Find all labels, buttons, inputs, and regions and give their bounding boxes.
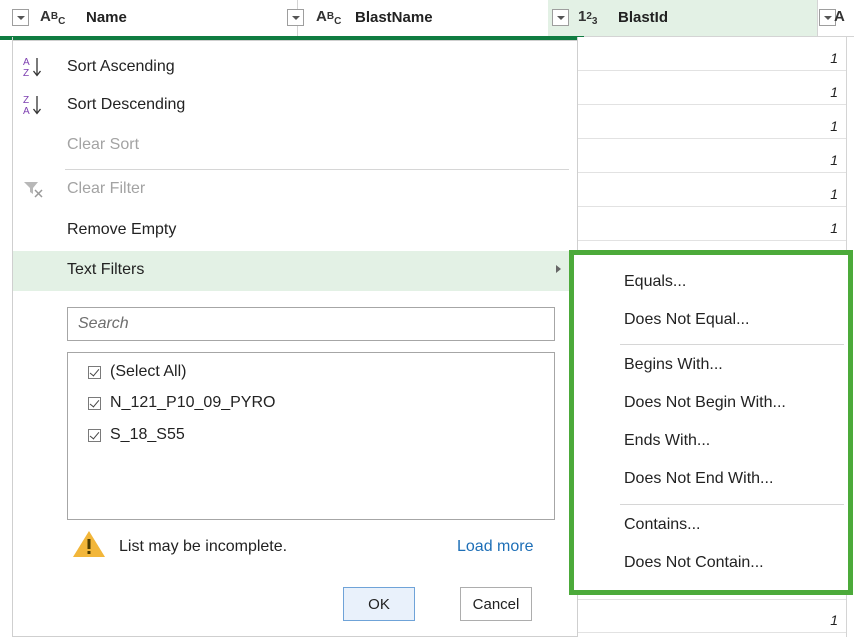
sort-ascending-icon: A Z	[23, 57, 42, 79]
grid-cell[interactable]: 1	[830, 118, 838, 134]
menu-item-sort-descending[interactable]: Z A Sort Descending	[13, 87, 577, 123]
submenu-arrow-icon	[556, 265, 561, 273]
menu-item-label: Sort Ascending	[67, 58, 175, 75]
menu-item-label: Sort Descending	[67, 96, 186, 113]
sort-descending-icon: Z A	[23, 95, 42, 117]
menu-item-label: Clear Filter	[67, 180, 146, 197]
menu-item-text-filters[interactable]: Text Filters	[13, 251, 577, 291]
svg-text:Z: Z	[23, 95, 29, 106]
checkbox[interactable]	[88, 366, 101, 379]
checkbox[interactable]	[88, 429, 101, 442]
search-input[interactable]	[68, 308, 554, 340]
cancel-button[interactable]: Cancel	[460, 587, 532, 621]
grid-row[interactable]: 1	[578, 173, 846, 207]
grid-row[interactable]: 1	[578, 139, 846, 173]
clear-filter-icon	[24, 182, 43, 198]
grid-row[interactable]: 1	[578, 105, 846, 139]
text-filters-submenu: Equals... Does Not Equal... Begins With.…	[569, 250, 853, 595]
column-title: BlastId	[618, 9, 669, 26]
menu-item-clear-sort[interactable]: Clear Sort	[13, 127, 577, 163]
load-more-link[interactable]: Load more	[457, 538, 534, 556]
grid-cell[interactable]: 1	[830, 220, 838, 236]
menu-item-label: Clear Sort	[67, 136, 140, 153]
submenu-item-label: Does Not Contain...	[624, 554, 764, 571]
grid-row[interactable]: 1	[578, 207, 846, 241]
checkbox[interactable]	[88, 397, 101, 410]
grid-cell[interactable]: 1	[830, 612, 838, 628]
menu-item-clear-filter[interactable]: Clear Filter	[13, 171, 577, 207]
list-incomplete-warning: List may be incomplete.	[119, 538, 288, 555]
grid-row[interactable]: 1	[578, 37, 846, 71]
submenu-item-does-not-contain[interactable]: Does Not Contain...	[574, 544, 848, 582]
column-header-blastname[interactable]: ABC BlastName	[287, 0, 570, 36]
menu-item-remove-empty[interactable]: Remove Empty	[13, 212, 577, 248]
number-type-icon[interactable]: 123	[578, 8, 597, 27]
grid-row[interactable]: 1	[578, 71, 846, 105]
column-header-name[interactable]: ABC Name	[0, 0, 298, 36]
submenu-item-label: Does Not Begin With...	[624, 394, 786, 411]
column-header-blastid[interactable]: 123 BlastId	[548, 0, 836, 36]
column-header-bar: ABC Name ABC BlastName 123 BlastId A	[0, 0, 854, 37]
submenu-separator	[620, 344, 844, 345]
ok-button[interactable]: OK	[343, 587, 415, 621]
text-type-icon[interactable]: ABC	[40, 8, 65, 27]
submenu-item-does-not-equal[interactable]: Does Not Equal...	[574, 301, 848, 339]
list-item-label: S_18_S55	[110, 426, 185, 443]
menu-separator	[65, 169, 569, 170]
svg-text:A: A	[23, 57, 30, 68]
submenu-item-label: Begins With...	[624, 356, 723, 373]
submenu-separator	[620, 504, 844, 505]
column-header-next[interactable]: A	[818, 0, 854, 36]
warning-icon	[73, 531, 105, 557]
grid-cell[interactable]: 1	[830, 186, 838, 202]
column-title: BlastName	[355, 9, 433, 26]
search-box[interactable]	[67, 307, 555, 341]
submenu-item-label: Contains...	[624, 516, 701, 533]
column-title: Name	[86, 9, 127, 26]
submenu-item-label: Ends With...	[624, 432, 711, 449]
menu-item-sort-ascending[interactable]: A Z Sort Ascending	[13, 49, 577, 85]
grid-cell[interactable]: 1	[830, 50, 838, 66]
text-type-icon[interactable]: A	[834, 8, 845, 25]
grid-cell[interactable]: 1	[830, 152, 838, 168]
menu-item-label: Remove Empty	[67, 221, 177, 238]
text-type-icon[interactable]: ABC	[316, 8, 341, 27]
svg-text:A: A	[23, 106, 30, 117]
column-dropdown-button[interactable]	[287, 9, 304, 26]
submenu-item-does-not-end-with[interactable]: Does Not End With...	[574, 460, 848, 498]
value-list[interactable]: (Select All) N_121_P10_09_PYRO S_18_S55	[67, 352, 555, 520]
svg-text:Z: Z	[23, 68, 29, 79]
submenu-item-ends-with[interactable]: Ends With...	[574, 422, 848, 460]
submenu-item-contains[interactable]: Contains...	[574, 506, 848, 544]
column-filter-menu: A Z Sort Ascending Z A Sort Descending C…	[12, 40, 578, 637]
submenu-item-label: Does Not End With...	[624, 470, 774, 487]
column-dropdown-button[interactable]	[552, 9, 569, 26]
list-item-label: (Select All)	[110, 363, 187, 380]
submenu-item-label: Does Not Equal...	[624, 311, 750, 328]
submenu-item-label: Equals...	[624, 273, 687, 290]
grid-row[interactable]: 1	[578, 599, 846, 633]
menu-item-label: Text Filters	[67, 261, 145, 278]
submenu-item-does-not-begin-with[interactable]: Does Not Begin With...	[574, 384, 848, 422]
grid-cell[interactable]: 1	[830, 84, 838, 100]
column-dropdown-button[interactable]	[12, 9, 29, 26]
submenu-item-equals[interactable]: Equals...	[574, 263, 848, 301]
list-item-label: N_121_P10_09_PYRO	[110, 394, 276, 411]
submenu-item-begins-with[interactable]: Begins With...	[574, 346, 848, 384]
